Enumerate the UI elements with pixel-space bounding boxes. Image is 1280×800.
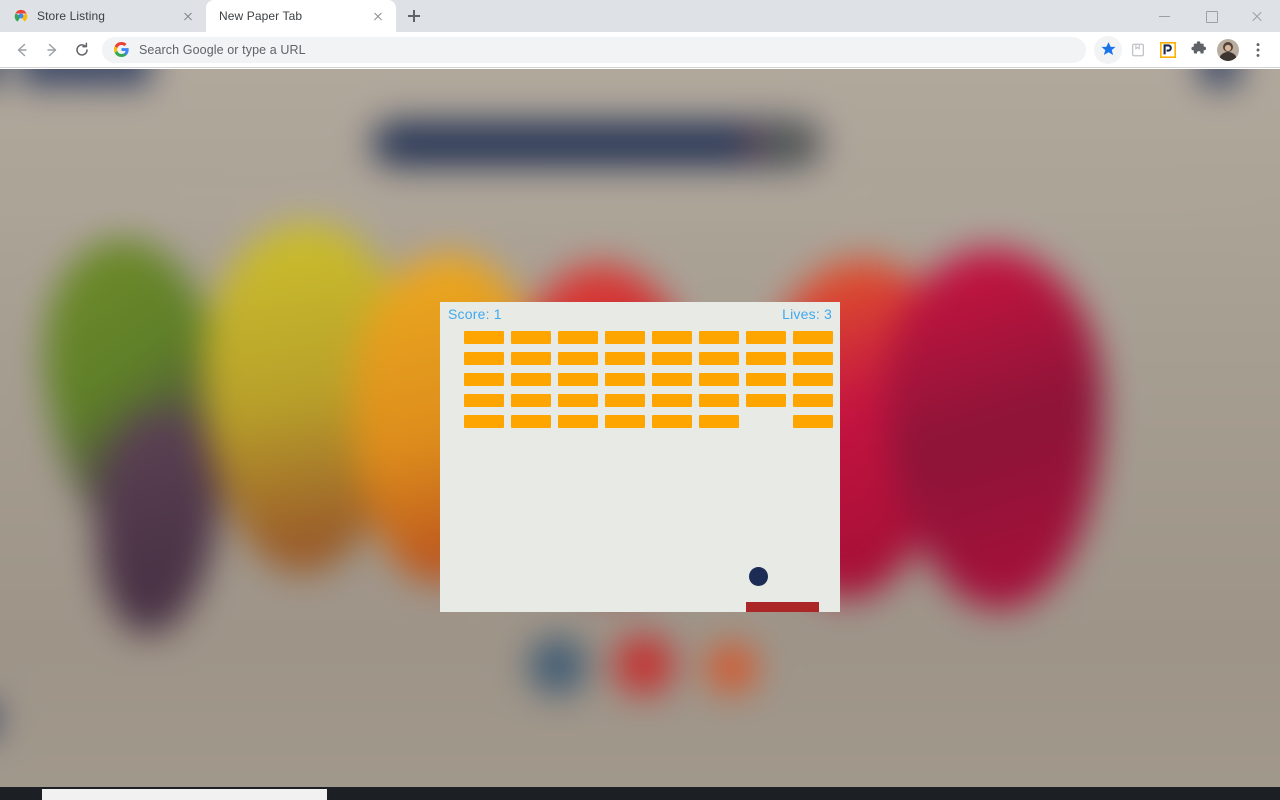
brick (558, 394, 598, 407)
reading-list-icon[interactable] (1124, 36, 1152, 64)
chrome-webstore-icon (13, 8, 29, 24)
brick (558, 352, 598, 365)
game-ball (749, 567, 768, 586)
brick (652, 373, 692, 386)
back-arrow-icon[interactable] (8, 36, 36, 64)
brick (793, 331, 833, 344)
forward-arrow-icon[interactable] (38, 36, 66, 64)
brick (558, 415, 598, 428)
brick (699, 373, 739, 386)
brick (699, 394, 739, 407)
minimize-icon[interactable] (1142, 0, 1188, 32)
lives-label: Lives: 3 (782, 306, 832, 322)
browser-window: Store Listing New Paper Tab Search Googl… (0, 0, 1280, 800)
game-paddle[interactable] (746, 602, 819, 612)
maximize-icon[interactable] (1188, 0, 1234, 32)
brick (652, 331, 692, 344)
reload-icon[interactable] (68, 36, 96, 64)
horizontal-scrollbar[interactable] (0, 787, 1280, 800)
brick (464, 352, 504, 365)
brick (605, 373, 645, 386)
extensions-puzzle-icon[interactable] (1184, 36, 1212, 64)
brick (605, 352, 645, 365)
brick (511, 331, 551, 344)
brick (793, 394, 833, 407)
google-g-icon (114, 42, 129, 57)
brick (699, 352, 739, 365)
brick (511, 352, 551, 365)
brick (746, 394, 786, 407)
brick (511, 415, 551, 428)
brick (699, 415, 739, 428)
brick (793, 415, 833, 428)
tab-title: Store Listing (37, 9, 106, 23)
brick (464, 415, 504, 428)
address-bar[interactable]: Search Google or type a URL (102, 36, 1086, 63)
tab-close-icon[interactable] (180, 8, 196, 24)
search-input[interactable]: Search Google or type a URL (139, 43, 306, 57)
brick (464, 373, 504, 386)
brick (558, 331, 598, 344)
page-icon-orange (706, 643, 757, 693)
brick (605, 415, 645, 428)
window-controls (1142, 0, 1280, 32)
close-icon[interactable] (1234, 0, 1280, 32)
scrollbar-thumb[interactable] (42, 789, 327, 800)
brick (652, 415, 692, 428)
tab-new-paper-tab[interactable]: New Paper Tab (206, 0, 396, 32)
tab-close-icon[interactable] (370, 8, 386, 24)
brick (511, 394, 551, 407)
page-search-bar (372, 121, 820, 166)
brick (464, 394, 504, 407)
page-icon-red (614, 634, 674, 695)
brick (746, 331, 786, 344)
browser-toolbar: Search Google or type a URL (0, 32, 1280, 68)
brick (652, 352, 692, 365)
tab-strip: Store Listing New Paper Tab (0, 0, 1280, 32)
brick (746, 373, 786, 386)
brick (605, 331, 645, 344)
paper-extension-icon[interactable] (1154, 36, 1182, 64)
brick (652, 394, 692, 407)
new-tab-button[interactable] (400, 2, 428, 30)
chrome-menu-icon[interactable] (1244, 36, 1272, 64)
brick (558, 373, 598, 386)
tab-title: New Paper Tab (219, 9, 303, 23)
brick (793, 352, 833, 365)
new-tab-page: Score: 1 Lives: 3 (0, 69, 1280, 800)
brick (746, 352, 786, 365)
brick (793, 373, 833, 386)
brick (605, 394, 645, 407)
page-icon-blue (528, 636, 587, 695)
tab-store-listing[interactable]: Store Listing (0, 0, 206, 32)
brick (464, 331, 504, 344)
toolbar-icons (1094, 35, 1272, 64)
score-label: Score: 1 (448, 306, 502, 322)
brick (511, 373, 551, 386)
breakout-game-canvas[interactable]: Score: 1 Lives: 3 (440, 302, 840, 612)
game-hud: Score: 1 Lives: 3 (440, 302, 840, 328)
profile-avatar[interactable] (1214, 36, 1242, 64)
brick (699, 331, 739, 344)
bookmark-star-icon[interactable] (1094, 35, 1122, 64)
